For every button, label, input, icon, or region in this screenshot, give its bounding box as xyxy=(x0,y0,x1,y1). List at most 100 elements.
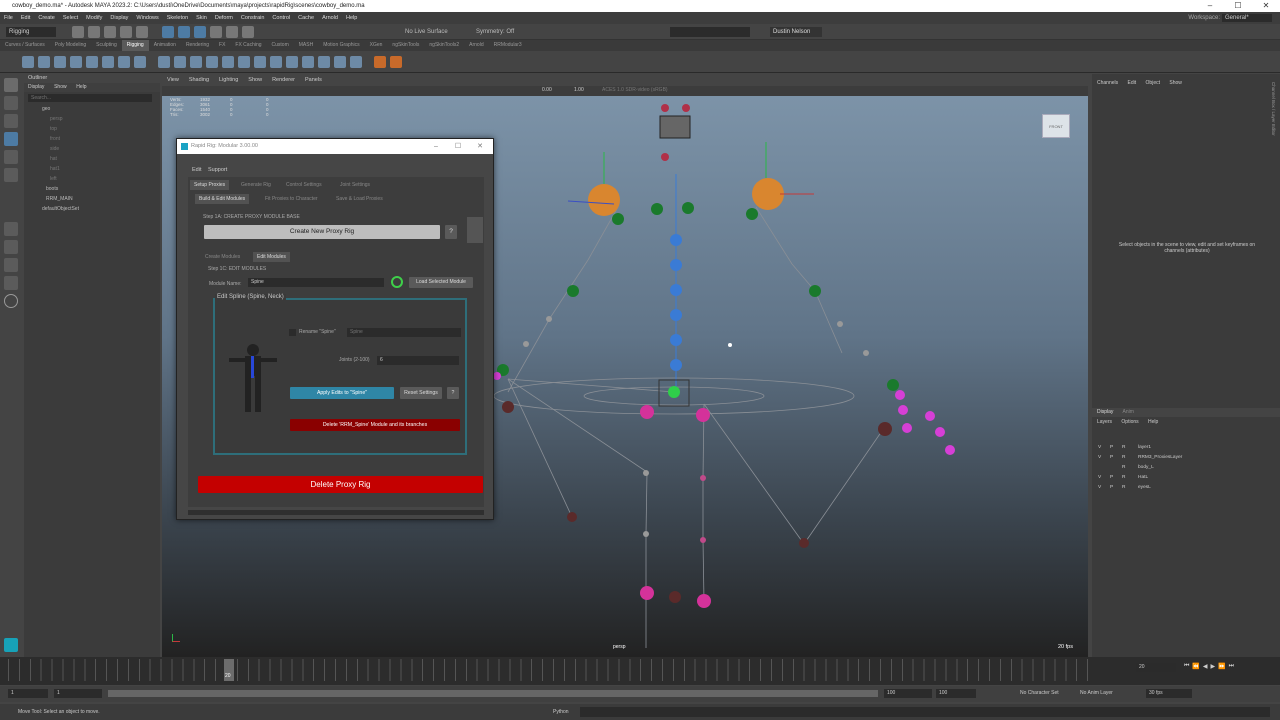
layer-tab-anim[interactable]: Anim xyxy=(1123,409,1134,415)
hik-icon[interactable] xyxy=(318,56,330,68)
select-by-object-icon[interactable] xyxy=(178,26,190,38)
outliner-item-hat1[interactable]: hat1 xyxy=(24,164,160,174)
outliner-menu-show[interactable]: Show xyxy=(54,84,67,90)
module-name-select[interactable]: Spine xyxy=(248,278,384,287)
menu-edit[interactable]: Edit xyxy=(17,12,34,24)
bind-skin-icon[interactable] xyxy=(158,56,170,68)
step-forward-icon[interactable]: ⏩ xyxy=(1218,663,1225,670)
menu-constrain[interactable]: Constrain xyxy=(237,12,269,24)
shelf-tab-fx[interactable]: FX xyxy=(214,40,230,51)
save-scene-icon[interactable] xyxy=(104,26,116,38)
shelf-tab-curves-surfaces[interactable]: Curves / Surfaces xyxy=(0,40,50,51)
menu-skeleton[interactable]: Skeleton xyxy=(163,12,192,24)
rapid-rig-icon[interactable] xyxy=(374,56,386,68)
shelf-tab-custom[interactable]: Custom xyxy=(267,40,294,51)
outliner-search-input[interactable] xyxy=(28,94,152,102)
channelbox-menu-object[interactable]: Object xyxy=(1146,80,1160,86)
workspace-select[interactable]: General* xyxy=(1222,14,1272,22)
pole-vector-icon[interactable] xyxy=(254,56,266,68)
quick-rig-icon[interactable] xyxy=(302,56,314,68)
redo-icon[interactable] xyxy=(136,26,148,38)
command-line-input[interactable] xyxy=(580,707,1270,717)
maximize-button[interactable]: ☐ xyxy=(1224,0,1252,12)
subtab-build-edit-modules[interactable]: Build & Edit Modules xyxy=(195,194,250,204)
rotate-tool-icon[interactable] xyxy=(4,150,18,164)
collapse-button[interactable] xyxy=(467,217,483,243)
layer-row[interactable]: V P ReyesL xyxy=(1092,483,1280,493)
rename-checkbox[interactable] xyxy=(289,329,296,336)
maya-logo-icon[interactable] xyxy=(4,638,18,652)
lattice-icon[interactable] xyxy=(134,56,146,68)
tab-setup-proxies[interactable]: Setup Proxies xyxy=(190,180,230,190)
menu-file[interactable]: File xyxy=(0,12,17,24)
snap-curve-icon[interactable] xyxy=(226,26,238,38)
layer-row[interactable]: Rbody_L xyxy=(1092,463,1280,473)
play-back-icon[interactable]: ◀ xyxy=(1203,663,1208,670)
create-new-proxy-rig-button[interactable]: Create New Proxy Rig xyxy=(204,225,440,239)
outliner-item-front[interactable]: front xyxy=(24,134,160,144)
ik-spline-icon[interactable] xyxy=(54,56,66,68)
menu-control[interactable]: Control xyxy=(268,12,294,24)
delete-module-button[interactable]: Delete 'RRM_Spine' Module and its branch… xyxy=(290,419,460,431)
undo-icon[interactable] xyxy=(120,26,132,38)
menu-help[interactable]: Help xyxy=(342,12,361,24)
blendshape-icon[interactable] xyxy=(270,56,282,68)
scale-tool-icon[interactable] xyxy=(4,168,18,182)
go-to-start-icon[interactable]: ⏮ xyxy=(1184,663,1189,670)
tab-control-settings[interactable]: Control Settings xyxy=(282,180,326,190)
channelbox-menu-show[interactable]: Show xyxy=(1169,80,1182,86)
joint-tool-icon[interactable] xyxy=(350,56,362,68)
shelf-tab-rrmodular3[interactable]: RRModular3 xyxy=(489,40,527,51)
character-set-select[interactable]: No Character Set xyxy=(1020,690,1059,696)
select-by-component-icon[interactable] xyxy=(194,26,206,38)
orient-joint-icon[interactable] xyxy=(86,56,98,68)
menu-skin[interactable]: Skin xyxy=(192,12,211,24)
live-surface-field[interactable]: No Live Surface xyxy=(405,27,448,37)
outliner-layout-icon[interactable] xyxy=(4,276,18,290)
scene-start-field[interactable]: 1 xyxy=(8,689,48,698)
script-type-label[interactable]: Python xyxy=(553,704,569,720)
menu-arnold[interactable]: Arnold xyxy=(318,12,342,24)
outliner-item-hat[interactable]: hat xyxy=(24,154,160,164)
channelbox-menu-edit[interactable]: Edit xyxy=(1128,80,1137,86)
snap-grid-icon[interactable] xyxy=(210,26,222,38)
layer-menu-options[interactable]: Options xyxy=(1121,419,1138,425)
create-joints-icon[interactable] xyxy=(22,56,34,68)
menu-display[interactable]: Display xyxy=(106,12,132,24)
menu-windows[interactable]: Windows xyxy=(132,12,162,24)
rename-input[interactable] xyxy=(347,328,461,337)
menu-deform[interactable]: Deform xyxy=(211,12,237,24)
range-end-field[interactable]: 100 xyxy=(884,689,932,698)
search-icon[interactable] xyxy=(4,294,18,308)
outliner-item-geo[interactable]: geo xyxy=(24,104,160,114)
current-frame-field[interactable]: 20 xyxy=(1136,663,1176,672)
shelf-tab-poly-modeling[interactable]: Poly Modeling xyxy=(50,40,91,51)
step-back-icon[interactable]: ⏪ xyxy=(1192,663,1199,670)
dialog-menu-edit[interactable]: Edit xyxy=(192,167,201,173)
rapid-rig-tools-icon[interactable] xyxy=(390,56,402,68)
new-scene-icon[interactable] xyxy=(72,26,84,38)
menu-create[interactable]: Create xyxy=(34,12,59,24)
menuset-select[interactable]: Rigging xyxy=(6,27,56,37)
cluster-icon[interactable] xyxy=(118,56,130,68)
mirror-joint-icon[interactable] xyxy=(70,56,82,68)
outliner-menu-help[interactable]: Help xyxy=(76,84,86,90)
shelf-tab-ngskintools2[interactable]: ngSkinTools2 xyxy=(424,40,464,51)
menu-cache[interactable]: Cache xyxy=(294,12,318,24)
layer-row[interactable]: V P R RRM3_ProxiesLayer xyxy=(1092,453,1280,463)
dialog-maximize-button[interactable]: ☐ xyxy=(447,139,469,154)
anim-layer-select[interactable]: No Anim Layer xyxy=(1080,690,1113,696)
minimize-button[interactable]: – xyxy=(1196,0,1224,12)
shelf-tab-rigging[interactable]: Rigging xyxy=(121,40,149,51)
subtab-save-load-proxies[interactable]: Save & Load Proxies xyxy=(332,194,387,204)
select-by-hierarchy-icon[interactable] xyxy=(162,26,174,38)
four-view-layout-icon[interactable] xyxy=(4,240,18,254)
time-slider[interactable]: 20 20 ⏮ ⏪ ◀ ▶ ⏩ ⏭ xyxy=(0,657,1280,685)
range-start-field[interactable]: 1 xyxy=(54,689,102,698)
joints-spinbox[interactable]: 6 xyxy=(377,356,459,365)
fps-select[interactable]: 30 fps xyxy=(1146,689,1192,698)
tab-generate-rig[interactable]: Generate Rig xyxy=(237,180,275,190)
snap-point-icon[interactable] xyxy=(242,26,254,38)
menu-select[interactable]: Select xyxy=(59,12,82,24)
tab-joint-settings[interactable]: Joint Settings xyxy=(336,180,374,190)
